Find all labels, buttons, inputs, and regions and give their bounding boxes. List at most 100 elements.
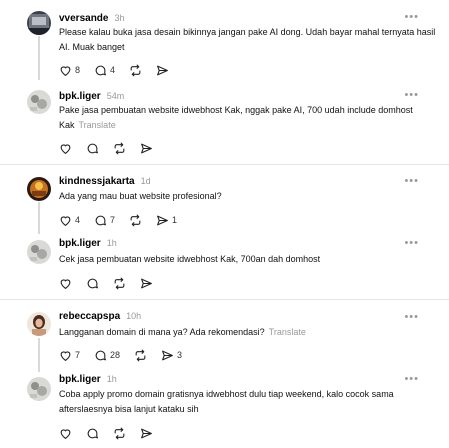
- repost-button[interactable]: [134, 349, 147, 362]
- repost-icon: [114, 142, 125, 154]
- timestamp: 54m: [106, 91, 125, 101]
- repost-button[interactable]: [113, 427, 126, 440]
- action-bar: 7 28 3: [59, 348, 196, 362]
- timestamp: 3h: [114, 13, 125, 23]
- username[interactable]: rebeccapspa: [59, 311, 120, 322]
- post-header: bpk.liger 1h: [59, 371, 117, 387]
- repost-icon: [130, 64, 141, 76]
- more-dots-icon[interactable]: •••: [404, 374, 419, 385]
- username[interactable]: bpk.liger: [59, 238, 101, 249]
- post-text: Langganan domain di mana ya? Ada rekomen…: [59, 325, 439, 340]
- avatar[interactable]: [27, 240, 51, 264]
- repost-button[interactable]: [129, 64, 142, 77]
- comment-icon: [95, 215, 106, 225]
- share-button[interactable]: [140, 142, 153, 155]
- like-button[interactable]: 8: [59, 64, 80, 77]
- like-count: 4: [75, 215, 81, 225]
- post-header: kindnessjakarta 1d: [59, 173, 151, 189]
- comment-icon: [87, 278, 98, 288]
- send-icon: [162, 350, 173, 360]
- action-bar: [59, 426, 167, 440]
- send-icon: [141, 278, 152, 288]
- share-button[interactable]: [140, 427, 153, 440]
- like-button[interactable]: [59, 142, 72, 155]
- repost-button[interactable]: [129, 214, 142, 227]
- timestamp: 1h: [106, 374, 117, 384]
- post-header: rebeccapspa 10h: [59, 308, 141, 324]
- avatar[interactable]: [27, 90, 51, 114]
- username[interactable]: bpk.liger: [59, 91, 101, 102]
- username[interactable]: vversande: [59, 13, 108, 24]
- repost-button[interactable]: [113, 277, 126, 290]
- divider: [0, 164, 449, 165]
- share-button[interactable]: 3: [161, 349, 182, 362]
- like-button[interactable]: 4: [59, 214, 80, 227]
- threads-feed: vversande 3h ••• Please kalau buka jasa d…: [0, 0, 449, 448]
- avatar[interactable]: [27, 377, 51, 401]
- share-button[interactable]: [140, 277, 153, 290]
- repost-icon: [135, 349, 146, 361]
- more-dots-icon[interactable]: •••: [404, 90, 419, 101]
- thread-line: [38, 338, 40, 372]
- username[interactable]: kindnessjakarta: [59, 176, 135, 187]
- divider: [0, 299, 449, 300]
- repost-button[interactable]: [113, 142, 126, 155]
- comment-icon: [95, 65, 106, 75]
- action-bar: 4 7 1: [59, 213, 191, 227]
- repost-icon: [130, 214, 141, 226]
- avatar[interactable]: [27, 312, 51, 336]
- avatar[interactable]: [27, 11, 51, 35]
- heart-icon: [60, 278, 71, 289]
- like-button[interactable]: [59, 427, 72, 440]
- avatar[interactable]: [27, 177, 51, 201]
- repost-icon: [114, 427, 125, 439]
- comment-button[interactable]: [86, 142, 99, 155]
- share-button[interactable]: [156, 64, 172, 77]
- comment-button[interactable]: [86, 427, 99, 440]
- comment-count: 28: [110, 350, 121, 360]
- post-text: Ada yang mau buat website profesional?: [59, 191, 222, 201]
- more-dots-icon[interactable]: •••: [404, 176, 419, 187]
- share-button[interactable]: 1: [156, 214, 177, 227]
- post-text: Cek jasa pembuatan website idwebhost Kak…: [59, 254, 321, 264]
- translate-link[interactable]: Translate: [79, 120, 116, 130]
- share-count: 3: [177, 350, 183, 360]
- post-header: vversande 3h: [59, 10, 125, 26]
- send-icon: [157, 65, 168, 75]
- like-button[interactable]: [59, 277, 72, 290]
- heart-icon: [60, 350, 71, 361]
- timestamp: 1h: [106, 238, 117, 248]
- comment-button[interactable]: 4: [94, 64, 115, 77]
- post-text: Coba apply promo domain gratisnya idwebh…: [59, 389, 394, 414]
- comment-button[interactable]: 28: [94, 349, 120, 362]
- post-header: bpk.liger 1h: [59, 235, 117, 251]
- more-dots-icon[interactable]: •••: [404, 312, 419, 323]
- comment-count: 4: [110, 65, 116, 75]
- action-bar: [59, 276, 167, 290]
- thread-line: [38, 202, 40, 234]
- post-text: Pake jasa pembuatan website idwebhost Ka…: [59, 103, 439, 133]
- comment-icon: [95, 350, 106, 360]
- send-icon: [141, 143, 152, 153]
- more-dots-icon[interactable]: •••: [404, 238, 419, 249]
- share-count: 1: [172, 215, 178, 225]
- heart-icon: [60, 428, 71, 439]
- username[interactable]: bpk.liger: [59, 374, 101, 385]
- send-icon: [141, 428, 152, 438]
- comment-button[interactable]: [86, 277, 99, 290]
- translate-link[interactable]: Translate: [269, 327, 306, 337]
- heart-icon: [60, 65, 71, 76]
- comment-button[interactable]: 7: [94, 214, 115, 227]
- timestamp: 10h: [126, 311, 142, 321]
- post-text: Please kalau buka jasa desain bikinnya j…: [59, 27, 436, 52]
- comment-icon: [87, 143, 98, 153]
- post-body: Langganan domain di mana ya? Ada rekomen…: [59, 327, 265, 337]
- post-header: bpk.liger 54m: [59, 88, 124, 104]
- like-button[interactable]: 7: [59, 349, 80, 362]
- comment-icon: [87, 428, 98, 438]
- thread-line: [38, 36, 40, 80]
- timestamp: 1d: [140, 176, 151, 186]
- heart-icon: [60, 215, 71, 226]
- action-bar: 8 4: [59, 63, 186, 77]
- more-dots-icon[interactable]: •••: [404, 12, 419, 23]
